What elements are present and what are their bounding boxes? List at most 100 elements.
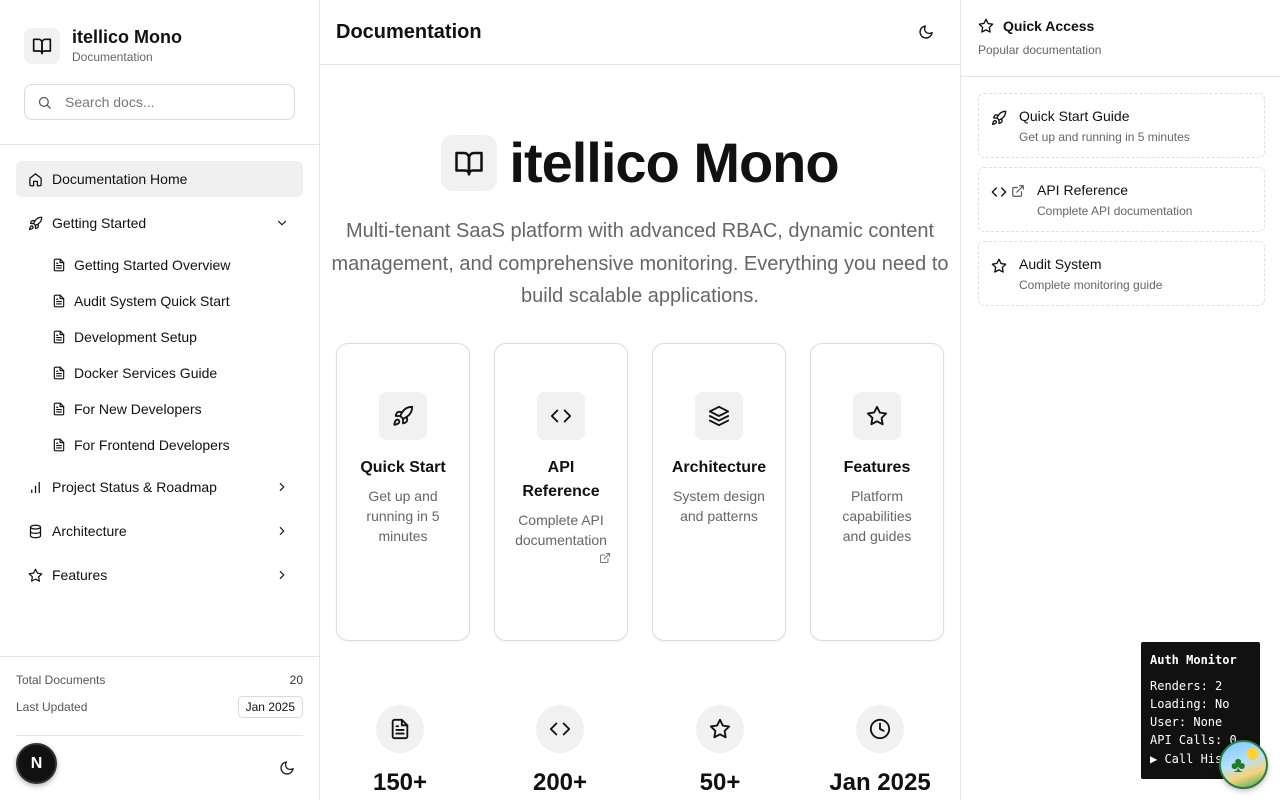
divider (0, 656, 319, 657)
moon-icon[interactable] (279, 760, 295, 776)
quick-access-item-title: Quick Start Guide (1019, 108, 1130, 124)
card-features[interactable]: Features Platform capabilities and guide… (810, 343, 944, 641)
chevron-right-icon (275, 568, 303, 582)
sidebar-item-features[interactable]: Features (16, 557, 303, 593)
card-quick-start[interactable]: Quick Start Get up and running in 5 minu… (336, 343, 470, 641)
sidebar-item-label: Architecture (52, 523, 127, 539)
card-title: Architecture (671, 459, 767, 476)
quick-access-header: Quick Access Popular documentation (961, 0, 1280, 77)
card-description: System design and patterns (673, 488, 765, 524)
sidebar-item-architecture[interactable]: Architecture (16, 513, 303, 549)
search-input[interactable] (65, 94, 275, 110)
quick-access-item-title: Audit System (1019, 256, 1102, 272)
book-open-icon (441, 134, 498, 191)
getting-started-submenu: Getting Started Overview Audit System Qu… (16, 247, 303, 463)
hero-description: Multi-tenant SaaS platform with advanced… (331, 220, 949, 307)
sidebar-subitem-label: Development Setup (74, 329, 197, 345)
file-text-icon (52, 366, 66, 380)
sidebar-subitem-label: For Frontend Developers (74, 437, 230, 453)
total-documents-value: 20 (289, 673, 303, 687)
quick-access-item-desc: Get up and running in 5 minutes (1019, 130, 1190, 144)
auth-monitor-loading: Loading: No (1150, 697, 1230, 711)
sidebar-subitem-docker-services-guide[interactable]: Docker Services Guide (16, 355, 303, 391)
file-text-icon (52, 438, 66, 452)
sidebar-item-documentation-home[interactable]: Documentation Home (16, 161, 303, 197)
sidebar: itellico Mono Documentation Documentatio… (0, 0, 320, 800)
rocket-icon (28, 216, 43, 231)
book-open-icon (24, 27, 60, 64)
feature-cards: Quick Start Get up and running in 5 minu… (336, 343, 944, 641)
topbar: Documentation (320, 0, 960, 65)
sidebar-subitem-getting-started-overview[interactable]: Getting Started Overview (16, 247, 303, 283)
quick-access-subtitle: Popular documentation (978, 43, 1102, 57)
sidebar-subitem-label: Audit System Quick Start (74, 293, 230, 309)
sidebar-nav: Documentation Home Getting Started Getti… (16, 161, 303, 601)
stats-row: 150+ 200+ 50+ Jan 2025 (320, 705, 960, 797)
stat-features: 50+ (640, 705, 800, 797)
divider (16, 735, 303, 736)
clock-icon (856, 705, 904, 753)
file-text-icon (52, 402, 66, 416)
database-icon (28, 524, 43, 539)
chevron-right-icon (275, 480, 303, 494)
brand-subtitle: Documentation (72, 50, 153, 64)
rocket-icon (991, 110, 1007, 126)
stat-documents: 150+ (320, 705, 480, 797)
star-icon (991, 258, 1007, 274)
page-title: Documentation (336, 20, 482, 43)
card-architecture[interactable]: Architecture System design and patterns (652, 343, 786, 641)
sidebar-item-label: Project Status & Roadmap (52, 479, 217, 495)
code-icon (536, 705, 584, 753)
card-description: Platform capabilities and guides (842, 488, 912, 544)
card-api-reference[interactable]: API Reference Complete API documentation (494, 343, 628, 641)
island-avatar-button[interactable]: ♣ (1219, 740, 1268, 789)
auth-monitor-user: User: None (1150, 715, 1223, 729)
hero: itellico Mono Multi-tenant SaaS platform… (320, 130, 960, 313)
sidebar-subitem-for-new-developers[interactable]: For New Developers (16, 391, 303, 427)
stat-value: 50+ (699, 769, 741, 796)
card-description: Complete API documentation (515, 512, 607, 548)
last-updated-badge: Jan 2025 (237, 696, 303, 718)
quick-access-item-api-reference[interactable]: API Reference Complete API documentation (978, 167, 1265, 232)
quick-access-list: Quick Start Guide Get up and running in … (978, 93, 1265, 315)
chevron-down-icon (275, 216, 303, 230)
sidebar-item-getting-started[interactable]: Getting Started (16, 205, 303, 241)
brand-title: itellico Mono (72, 27, 182, 47)
stat-value: 150+ (372, 769, 428, 796)
sidebar-subitem-development-setup[interactable]: Development Setup (16, 319, 303, 355)
total-documents-label: Total Documents (16, 673, 106, 687)
sidebar-item-label: Documentation Home (52, 171, 188, 187)
search-icon (37, 95, 52, 110)
code-icon (537, 392, 585, 440)
moon-icon (918, 24, 934, 40)
divider (0, 144, 319, 145)
sidebar-item-project-status[interactable]: Project Status & Roadmap (16, 469, 303, 505)
quick-access-item-quick-start[interactable]: Quick Start Guide Get up and running in … (978, 93, 1265, 158)
card-title: Features (843, 459, 911, 476)
theme-toggle-button[interactable] (908, 14, 944, 50)
star-icon (696, 705, 744, 753)
search-box[interactable] (24, 84, 295, 120)
file-text-icon (376, 705, 424, 753)
sidebar-subitem-for-frontend-developers[interactable]: For Frontend Developers (16, 427, 303, 463)
sidebar-item-label: Features (52, 567, 108, 583)
dev-tools-button[interactable]: N (16, 743, 57, 784)
file-text-icon (52, 258, 66, 272)
last-updated-label: Last Updated (16, 700, 88, 714)
file-text-icon (52, 330, 66, 344)
star-icon (853, 392, 901, 440)
code-icon (991, 184, 1007, 200)
palm-tree-icon: ♣ (1231, 752, 1246, 777)
stat-endpoints: 200+ (480, 705, 640, 797)
total-documents-row: Total Documents 20 (16, 673, 303, 687)
sidebar-subitem-audit-system-quick-start[interactable]: Audit System Quick Start (16, 283, 303, 319)
card-description: Get up and running in 5 minutes (366, 488, 440, 544)
home-icon (28, 172, 43, 187)
quick-access-item-audit-system[interactable]: Audit System Complete monitoring guide (978, 241, 1265, 306)
brand[interactable]: itellico Mono Documentation (24, 26, 182, 65)
sidebar-subitem-label: Getting Started Overview (74, 257, 231, 273)
quick-access-item-title: API Reference (1037, 182, 1129, 198)
sidebar-subitem-label: Docker Services Guide (74, 365, 218, 381)
sun-icon (1247, 748, 1259, 760)
bar-chart-icon (28, 480, 43, 495)
